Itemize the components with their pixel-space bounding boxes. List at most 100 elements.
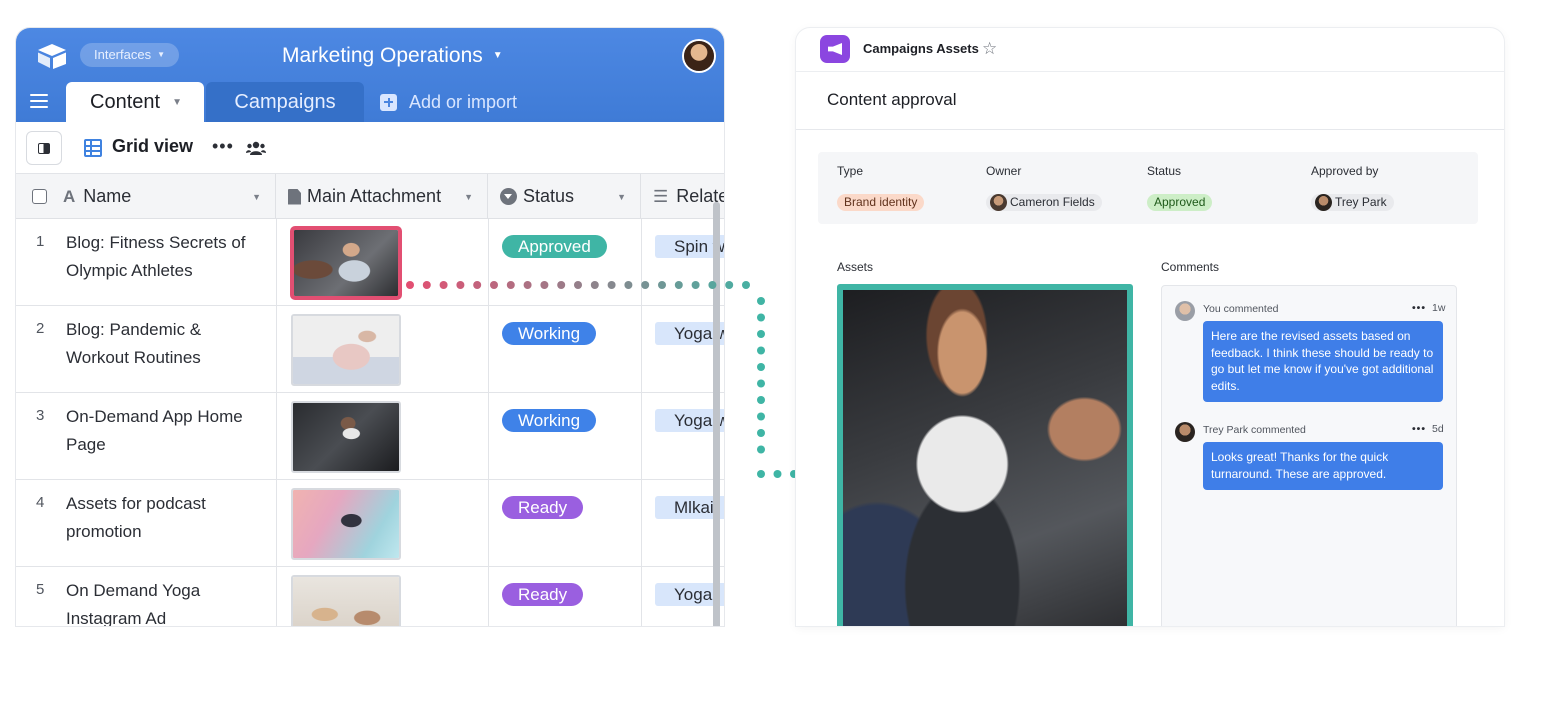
interfaces-dropdown[interactable]: Interfaces ▼ — [80, 43, 180, 67]
record-name[interactable]: On-Demand App Home Page — [66, 403, 256, 459]
record-details: Type Brand identity Owner Cameron Fields… — [818, 152, 1478, 224]
connector-dot — [456, 281, 465, 289]
chevron-down-icon: ▼ — [157, 50, 166, 59]
avatar — [1175, 301, 1195, 321]
more-options-icon[interactable]: ••• — [212, 136, 234, 157]
comments-thread: You commented ••• 1w Here are the revise… — [1161, 285, 1457, 626]
connector-dot — [757, 470, 765, 478]
interface-header: Campaigns Assets ☆ — [796, 28, 1504, 72]
column-header-status[interactable]: Status ▼ — [488, 174, 641, 219]
row-number: 1 — [36, 233, 45, 250]
connector-dot — [506, 281, 515, 289]
connector-dot — [757, 297, 765, 305]
comment-author: You commented — [1203, 303, 1279, 315]
avatar — [1175, 422, 1195, 442]
row-number: 4 — [36, 494, 45, 511]
base-title-dropdown[interactable]: Marketing Operations ▼ — [282, 42, 503, 70]
marketing-operations-screen: Interfaces ▼ Marketing Operations ▼ Cont… — [0, 0, 1554, 720]
tab-content[interactable]: Content ▼ — [66, 82, 204, 122]
connector-dot — [574, 281, 582, 289]
connector-dot — [422, 281, 431, 289]
attachment-thumbnail[interactable] — [291, 488, 401, 560]
connector-dot — [757, 313, 765, 322]
view-name[interactable]: Grid view — [112, 136, 193, 157]
comment-author: Trey Park commented — [1203, 424, 1306, 436]
comment-time: 5d — [1432, 423, 1444, 435]
connector-dot — [725, 281, 734, 289]
chevron-down-icon: ▼ — [172, 96, 182, 108]
menu-icon[interactable] — [30, 94, 48, 108]
app-logo-icon[interactable] — [36, 42, 68, 70]
approved-by-label: Approved by — [1311, 164, 1379, 178]
approved-by-chip[interactable]: Trey Park — [1311, 194, 1394, 211]
connector-dot — [473, 281, 482, 289]
attachment-thumbnail[interactable] — [291, 314, 401, 386]
connector-dot — [523, 281, 532, 289]
connector-dot — [757, 429, 765, 437]
type-label: Type — [837, 164, 864, 178]
attachment-thumbnail[interactable] — [290, 226, 402, 300]
avatar — [990, 194, 1007, 211]
tab-content-label: Content — [90, 90, 161, 113]
connector-dot — [742, 281, 750, 289]
column-name-label: Name — [83, 186, 132, 206]
app-title: Campaigns Assets — [863, 41, 979, 56]
comment-time: 1w — [1432, 302, 1446, 314]
record-name[interactable]: Assets for podcast promotion — [66, 490, 256, 546]
status-badge[interactable]: Approved — [502, 235, 607, 258]
chevron-down-icon: ▼ — [492, 50, 503, 61]
asset-image[interactable] — [837, 284, 1133, 626]
tab-campaigns[interactable]: Campaigns — [206, 82, 364, 122]
column-header-related[interactable]: ☰ Relate — [641, 174, 724, 219]
connector-dot — [674, 281, 683, 289]
single-select-icon — [500, 188, 517, 205]
connector-dot — [406, 281, 414, 289]
linked-record-icon: ☰ — [653, 186, 669, 206]
record-name[interactable]: On Demand Yoga Instagram Ad — [66, 577, 256, 626]
attachment-thumbnail[interactable] — [291, 401, 401, 473]
status-chip[interactable]: Approved — [1147, 194, 1213, 211]
status-badge[interactable]: Ready — [502, 583, 584, 606]
table-row[interactable]: 5 On Demand Yoga Instagram Ad Ready Yoga — [16, 567, 724, 626]
add-or-import-label: Add or import — [409, 91, 518, 112]
status-label: Status — [1147, 164, 1182, 178]
star-icon[interactable]: ☆ — [982, 40, 997, 58]
column-header-name[interactable]: A Name ▼ — [16, 174, 276, 219]
sidebar-toggle-button[interactable] — [26, 131, 62, 165]
record-name[interactable]: Blog: Fitness Secrets of Olympic Athlete… — [66, 229, 256, 285]
connector-dot — [540, 281, 549, 289]
type-chip[interactable]: Brand identity — [837, 194, 925, 211]
owner-chip[interactable]: Cameron Fields — [986, 194, 1102, 211]
chevron-down-icon[interactable]: ▼ — [617, 192, 626, 202]
app-icon[interactable] — [820, 35, 850, 63]
comment-meta: ••• 5d — [1412, 423, 1444, 435]
column-header-main-attachment[interactable]: Main Attachment ▼ — [276, 174, 488, 219]
dotted-connector — [406, 281, 815, 478]
record-name[interactable]: Blog: Pandemic & Workout Routines — [66, 316, 256, 372]
connector-dot — [757, 412, 765, 421]
top-bar: Interfaces ▼ Marketing Operations ▼ Cont… — [16, 28, 724, 122]
connector-dot — [757, 346, 765, 355]
more-options-icon[interactable]: ••• — [1412, 423, 1426, 435]
comment-meta: ••• 1w — [1412, 302, 1445, 314]
collaborators-icon[interactable] — [246, 140, 266, 156]
connector-dot — [757, 330, 765, 338]
comment-bubble: Here are the revised assets based on fee… — [1203, 321, 1443, 402]
add-or-import-button[interactable]: Add or import — [380, 82, 517, 122]
attachment-icon — [288, 188, 301, 205]
owner-label: Owner — [986, 164, 1022, 178]
avatar — [1315, 194, 1332, 211]
attachment-thumbnail[interactable] — [291, 575, 401, 626]
connector-dot — [557, 281, 566, 289]
user-avatar[interactable] — [684, 41, 714, 71]
more-options-icon[interactable]: ••• — [1412, 302, 1426, 314]
connector-dot — [658, 281, 666, 289]
table-row[interactable]: 4 Assets for podcast promotion Ready Mlk… — [16, 480, 724, 567]
connector-dot — [773, 470, 782, 478]
connector-dot — [590, 281, 599, 289]
select-all-checkbox[interactable] — [32, 189, 47, 204]
row-number: 2 — [36, 320, 45, 337]
chevron-down-icon[interactable]: ▼ — [252, 192, 261, 202]
chevron-down-icon[interactable]: ▼ — [464, 192, 473, 202]
status-badge[interactable]: Ready — [502, 496, 584, 519]
